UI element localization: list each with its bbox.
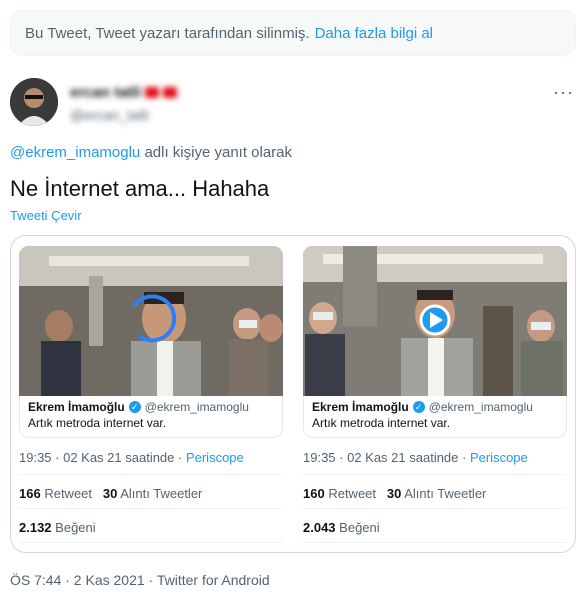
media-image-2[interactable]: Ekrem İmamoğlu ✓ @ekrem_imamoglu Artık m… [303, 246, 567, 553]
retweet-icon: ⇅ [399, 552, 411, 553]
turkey-flag-icon [144, 87, 159, 98]
reply-mention-link[interactable]: @ekrem_imamoglu [10, 144, 140, 161]
avatar[interactable] [10, 78, 58, 126]
tweet-text: Ne İnternet ama... Hahaha [10, 176, 270, 201]
like-icon: ♡ [190, 552, 203, 553]
tweet-meta: 19:35 · 02 Kas 21 saatinde · Periscope [19, 450, 244, 465]
notice-text: Bu Tweet, Tweet yazarı tarafından silinm… [25, 24, 310, 42]
share-icon: ⇪ [549, 552, 561, 553]
action-bar: ◯ ⇅ ♡ ⇪ [37, 552, 277, 553]
quote-author-handle: @ekrem_imamoglu [144, 400, 249, 414]
reply-icon: ◯ [37, 552, 53, 553]
divider [303, 542, 567, 543]
turkey-flag-icon [162, 87, 177, 98]
source-label: Periscope [469, 450, 528, 465]
author-display-name[interactable]: ercan tatli [70, 84, 177, 101]
retweet-stats: 166 Retweet 30 Alıntı Tweetler [19, 486, 203, 501]
share-icon: ⇪ [265, 552, 277, 553]
quoted-tweet: Ekrem İmamoğlu ✓ @ekrem_imamoglu Artık m… [303, 396, 567, 438]
translate-tweet-link[interactable]: Tweeti Çevir [10, 208, 82, 223]
like-stats: 2.132 Beğeni [19, 520, 96, 535]
divider [303, 474, 567, 475]
divider [19, 474, 283, 475]
reply-suffix: adlı kişiye yanıt olarak [144, 144, 293, 161]
action-bar: ◯ ⇅ ♡ ⇪ [321, 552, 561, 553]
retweet-stats: 160 Retweet 30 Alıntı Tweetler [303, 486, 487, 501]
verified-badge-icon: ✓ [412, 401, 425, 413]
media-image-1[interactable]: Ekrem İmamoğlu ✓ @ekrem_imamoglu Artık m… [19, 246, 283, 553]
quote-author-handle: @ekrem_imamoglu [428, 400, 533, 414]
like-icon: ♡ [474, 552, 487, 553]
divider [303, 508, 567, 509]
quote-author-name: Ekrem İmamoğlu [28, 400, 125, 414]
verified-badge-icon: ✓ [128, 401, 141, 413]
reply-context: @ekrem_imamoglu adlı kişiye yanıt olarak [10, 144, 292, 161]
quote-text: Artık metroda internet var. [312, 416, 451, 430]
tweet-timestamp[interactable]: ÖS 7:44 · 2 Kas 2021 · Twitter for Andro… [10, 572, 270, 588]
quote-author-name: Ekrem İmamoğlu [312, 400, 409, 414]
quote-text: Artık metroda internet var. [28, 416, 167, 430]
reply-icon: ◯ [321, 552, 337, 553]
metro-photo [19, 246, 283, 396]
retweet-icon: ⇅ [115, 552, 127, 553]
deleted-tweet-notice: Bu Tweet, Tweet yazarı tarafından silinm… [10, 10, 576, 56]
source-label: Periscope [185, 450, 244, 465]
learn-more-link[interactable]: Daha fazla bilgi al [315, 25, 433, 42]
like-stats: 2.043 Beğeni [303, 520, 380, 535]
divider [19, 508, 283, 509]
quoted-tweet: Ekrem İmamoğlu ✓ @ekrem_imamoglu Artık m… [19, 396, 283, 438]
divider [19, 542, 283, 543]
more-horizontal-icon[interactable]: ··· [553, 82, 574, 103]
media-card[interactable]: Ekrem İmamoğlu ✓ @ekrem_imamoglu Artık m… [10, 235, 576, 553]
tweet-meta: 19:35 · 02 Kas 21 saatinde · Periscope [303, 450, 528, 465]
metro-photo [303, 246, 567, 396]
tweet-header: ercan tatli @ercan_tatli ··· [10, 78, 576, 130]
author-handle[interactable]: @ercan_tatli [70, 107, 177, 123]
